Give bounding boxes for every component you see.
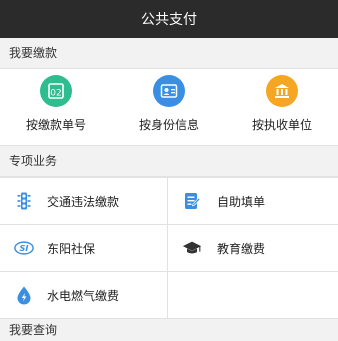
payment-methods: 02 按缴款单号 按身份信息 按执收单位 <box>0 69 338 146</box>
id-card-icon <box>153 75 185 107</box>
page-title: 公共支付 <box>141 12 197 28</box>
service-label: 水电燃气缴费 <box>47 288 120 303</box>
empty-grid-cell <box>168 272 338 319</box>
section-title-query: 我要查询 <box>0 319 338 339</box>
payment-slip-icon: 02 <box>40 75 72 107</box>
pay-item-label: 按身份信息 <box>138 118 199 132</box>
form-edit-icon <box>182 191 202 211</box>
service-label: 东阳社保 <box>47 241 96 256</box>
utility-drop-icon <box>14 285 34 305</box>
pay-by-identity[interactable]: 按身份信息 <box>113 69 225 145</box>
pay-item-label: 按执收单位 <box>251 118 312 132</box>
service-label: 交通违法缴款 <box>47 194 120 209</box>
utility-payment-button[interactable]: 水电燃气缴费 <box>0 272 168 319</box>
traffic-fine-payment-button[interactable]: 交通违法缴款 <box>0 178 168 225</box>
education-fee-button[interactable]: 教育缴费 <box>168 225 338 272</box>
pay-by-collecting-unit[interactable]: 按执收单位 <box>226 69 338 145</box>
pay-item-label: 按缴款单号 <box>25 118 86 132</box>
social-insurance-icon: SI <box>14 238 34 258</box>
pay-by-slip-number[interactable]: 02 按缴款单号 <box>0 69 112 145</box>
bank-building-icon <box>266 75 298 107</box>
graduation-cap-icon <box>182 238 202 258</box>
service-label: 教育缴费 <box>217 241 266 256</box>
traffic-light-icon <box>14 191 34 211</box>
app-header: 公共支付 <box>0 0 338 38</box>
section-title-special: 专项业务 <box>0 146 338 177</box>
self-service-form-button[interactable]: 自助填单 <box>168 178 338 225</box>
svg-text:SI: SI <box>20 243 29 253</box>
service-label: 自助填单 <box>217 194 266 209</box>
dongyang-social-insurance-button[interactable]: SI 东阳社保 <box>0 225 168 272</box>
section-title-payment: 我要缴款 <box>0 38 338 69</box>
special-services-grid: 交通违法缴款 自助填单 SI 东阳社保 教育缴费 水电燃气缴费 <box>0 177 338 319</box>
svg-text:02: 02 <box>50 89 61 99</box>
